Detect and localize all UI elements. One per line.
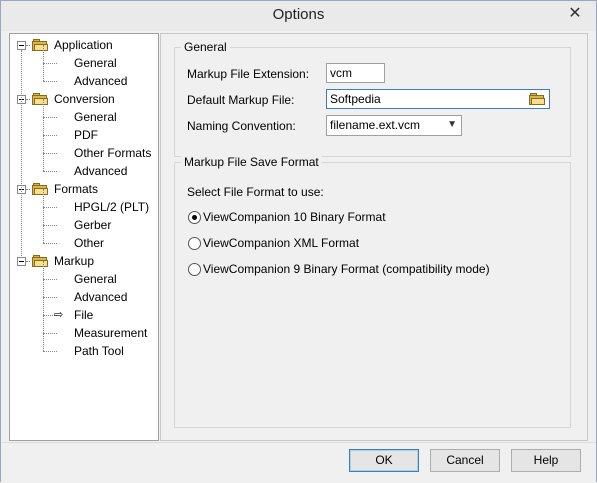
tree-connector <box>43 225 57 226</box>
tree-connector <box>43 63 44 81</box>
settings-panel: General Markup File Extension: vcm Defau… <box>160 33 588 441</box>
browse-folder-icon[interactable] <box>526 90 548 108</box>
tree-connector <box>43 171 57 172</box>
tree-connector <box>43 261 44 279</box>
tree-node-category[interactable]: Application <box>54 36 113 54</box>
tree-connector <box>43 207 57 208</box>
tree-node[interactable]: Advanced <box>74 288 127 306</box>
tree-connector <box>43 279 44 297</box>
tree-connector <box>43 135 57 136</box>
tree-connector <box>43 189 44 207</box>
tree-connector <box>43 315 44 333</box>
naming-convention-value: filename.ext.vcm <box>330 118 421 132</box>
tree-node[interactable]: General <box>74 108 117 126</box>
tree-node[interactable]: HPGL/2 (PLT) <box>74 198 149 216</box>
tree-connector <box>43 81 57 82</box>
markup-extension-label: Markup File Extension: <box>187 67 310 81</box>
save-format-group: Markup File Save Format Select File Form… <box>174 155 571 428</box>
format-option-label[interactable]: ViewCompanion XML Format <box>203 236 359 250</box>
format-radio[interactable] <box>188 263 201 276</box>
select-format-prompt: Select File Format to use: <box>187 185 324 199</box>
tree-connector <box>43 333 57 334</box>
tree-connector <box>43 351 57 352</box>
options-window: Options ✕ Application General Advanced Conv… <box>0 0 597 483</box>
tree-node[interactable]: Path Tool <box>74 342 124 360</box>
tree-node[interactable]: Other <box>74 234 104 252</box>
tree-node[interactable]: General <box>74 270 117 288</box>
tree-connector <box>43 99 44 117</box>
folder-icon <box>32 39 48 51</box>
tree-node-category[interactable]: Conversion <box>54 90 115 108</box>
format-radio[interactable] <box>188 211 201 224</box>
tree-connector <box>43 207 44 225</box>
folder-icon <box>32 255 48 267</box>
folder-icon <box>32 93 48 105</box>
chevron-down-icon: ▼ <box>447 119 457 130</box>
collapse-icon[interactable] <box>17 257 26 266</box>
tree-node[interactable]: Measurement <box>74 324 147 342</box>
general-group: General Markup File Extension: vcm Defau… <box>174 40 571 157</box>
naming-convention-select[interactable]: filename.ext.vcm ▼ <box>326 115 462 136</box>
tree-connector <box>43 225 44 243</box>
naming-convention-label: Naming Convention: <box>187 119 296 133</box>
tree-connector <box>43 117 44 135</box>
cancel-button[interactable]: Cancel <box>430 449 500 472</box>
tree-node[interactable]: Advanced <box>74 72 127 90</box>
tree-node[interactable]: General <box>74 54 117 72</box>
options-tree[interactable]: Application General Advanced Conversion Gene… <box>9 33 159 441</box>
tree-node[interactable]: Gerber <box>74 216 111 234</box>
ok-button[interactable]: OK <box>349 449 419 472</box>
tree-connector <box>43 297 44 315</box>
tree-node-selected[interactable]: File <box>74 306 93 324</box>
help-button[interactable]: Help <box>511 449 581 472</box>
tree-connector <box>43 117 57 118</box>
tree-connector <box>21 50 22 256</box>
tree-connector <box>43 45 44 63</box>
tree-connector <box>26 99 30 100</box>
format-option-label[interactable]: ViewCompanion 10 Binary Format <box>203 210 386 224</box>
collapse-icon[interactable] <box>17 41 26 50</box>
tree-connector <box>26 261 30 262</box>
tree-node[interactable]: PDF <box>74 126 98 144</box>
default-markup-file-value: Softpedia <box>330 92 381 106</box>
format-option-label[interactable]: ViewCompanion 9 Binary Format (compatibi… <box>203 262 490 276</box>
title-bar[interactable]: Options ✕ <box>1 1 596 31</box>
tree-connector <box>43 297 57 298</box>
tree-connector <box>43 63 57 64</box>
tree-connector <box>43 243 57 244</box>
markup-extension-input[interactable]: vcm <box>326 63 385 83</box>
tree-connector <box>26 45 30 46</box>
button-bar: OK Cancel Help <box>1 442 596 483</box>
tree-connector <box>43 279 57 280</box>
close-icon[interactable]: ✕ <box>558 4 592 24</box>
tree-connector <box>43 153 44 171</box>
general-group-title: General <box>181 40 230 54</box>
tree-node[interactable]: Other Formats <box>74 144 151 162</box>
tree-node-category[interactable]: Markup <box>54 252 94 270</box>
default-markup-file-input[interactable]: Softpedia <box>326 89 550 109</box>
tree-connector <box>43 153 57 154</box>
tree-node-category[interactable]: Formats <box>54 180 98 198</box>
window-title: Options <box>272 6 325 23</box>
tree-node[interactable]: Advanced <box>74 162 127 180</box>
arrow-right-icon: ⇨ <box>54 309 64 321</box>
tree-connector <box>43 333 44 351</box>
format-radio[interactable] <box>188 237 201 250</box>
folder-icon <box>32 183 48 195</box>
tree-connector <box>43 135 44 153</box>
default-markup-file-label: Default Markup File: <box>187 93 295 107</box>
save-format-group-title: Markup File Save Format <box>181 155 322 169</box>
tree-connector <box>26 189 30 190</box>
